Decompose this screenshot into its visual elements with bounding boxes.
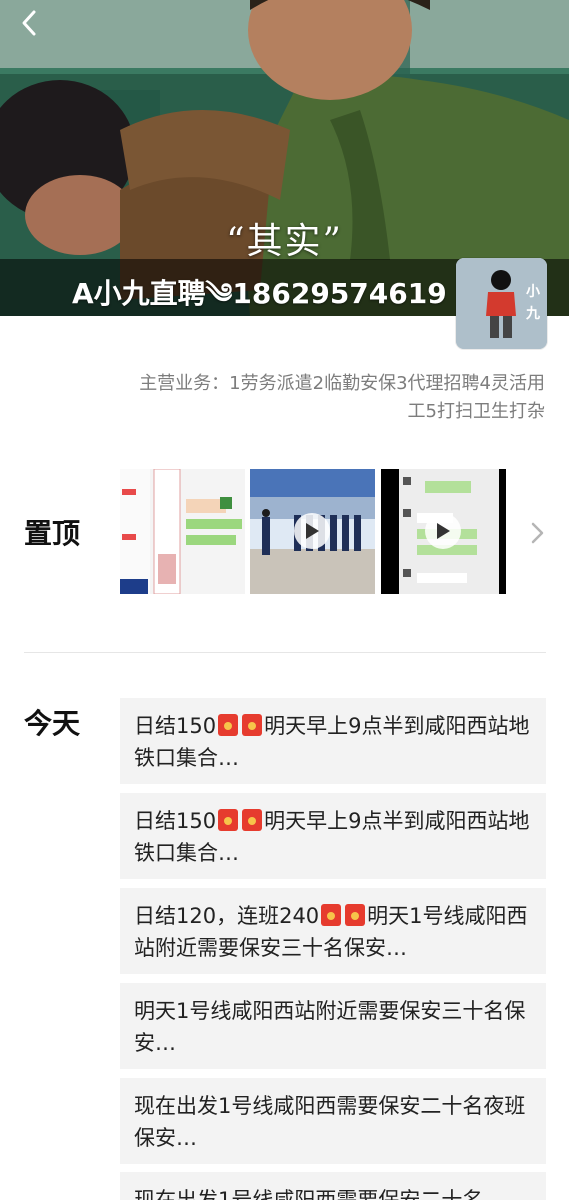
post-item[interactable]: 日结150 明天早上9点半到咸阳西站地铁口集合… (120, 698, 546, 784)
post-text: 现在出发1号线咸阳西需要保安二十名 (134, 1188, 484, 1200)
post-item[interactable]: 明天1号线咸阳西站附近需要保安三十名保安… (120, 983, 546, 1069)
svg-text:九: 九 (525, 306, 540, 322)
cover-subtitle: “其实” (226, 221, 343, 262)
chevron-right-icon[interactable] (528, 518, 548, 548)
post-text: 日结150 明天早上9点半到咸阳西站地铁口集合… (134, 714, 530, 770)
avatar[interactable]: 小 九 (456, 258, 547, 349)
play-icon (425, 513, 461, 549)
chat-screenshot-thumbnail (120, 469, 245, 594)
red-packet-icon (242, 809, 263, 831)
red-packet-icon (218, 809, 239, 831)
avatar-image: 小 九 (456, 258, 547, 349)
post-text: 日结150 明天早上9点半到咸阳西站地铁口集合… (134, 809, 530, 865)
today-label: 今天 (24, 707, 81, 740)
pinned-item-video[interactable] (381, 469, 506, 594)
chevron-left-icon[interactable] (14, 6, 48, 40)
pinned-label: 置顶 (24, 517, 81, 550)
post-text: 日结120，连班240 明天1号线咸阳西站附近需要保安三十名保安… (134, 904, 528, 960)
post-item[interactable]: 日结120，连班240 明天1号线咸阳西站附近需要保安三十名保安… (120, 888, 546, 974)
post-text: 现在出发1号线咸阳西需要保安二十名夜班保安… (134, 1094, 526, 1150)
pinned-item-image[interactable] (120, 469, 245, 594)
profile-name: A小九直聘༄18629574619 (72, 277, 447, 310)
post-item[interactable]: 日结150 明天早上9点半到咸阳西站地铁口集合… (120, 793, 546, 879)
svg-text:小: 小 (526, 284, 540, 300)
post-text: 明天1号线咸阳西站附近需要保安三十名保安… (134, 999, 526, 1055)
red-packet-icon (321, 904, 342, 926)
pinned-item-video[interactable] (250, 469, 375, 594)
red-packet-icon (345, 904, 366, 926)
red-packet-icon (218, 714, 239, 736)
post-item[interactable]: 现在出发1号线咸阳西需要保安二十名 (120, 1172, 546, 1200)
section-divider (24, 652, 546, 653)
red-packet-icon (242, 714, 263, 736)
post-item[interactable]: 现在出发1号线咸阳西需要保安二十名夜班保安… (120, 1078, 546, 1164)
bio-text: 主营业务：1劳务派遣2临勤安保3代理招聘4灵活用工5打扫卫生打杂 (139, 373, 545, 422)
play-icon (294, 513, 330, 549)
